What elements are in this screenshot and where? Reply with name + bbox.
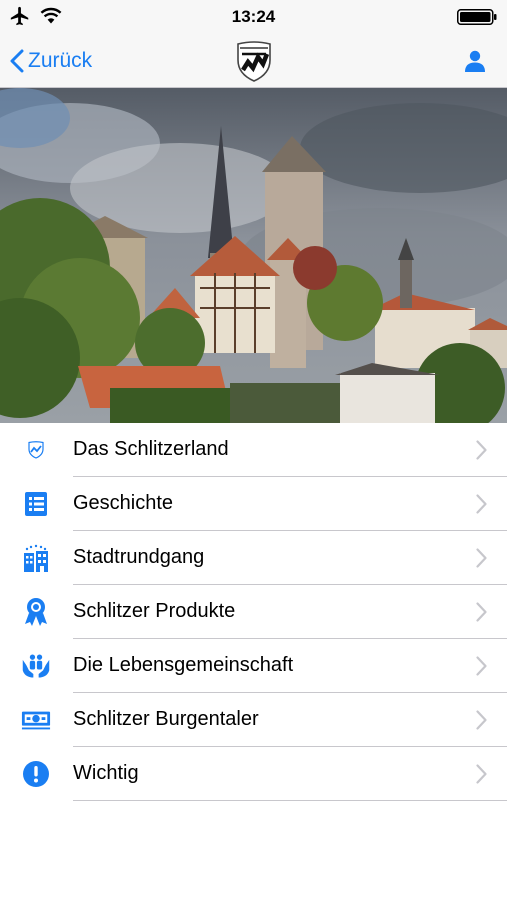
back-button-label: Zurück xyxy=(28,49,92,73)
menu-item-die-lebensgemeinschaft[interactable]: Die Lebensgemeinschaft xyxy=(0,639,507,693)
menu-item-label: Geschichte xyxy=(73,492,173,515)
divider xyxy=(73,800,507,801)
hero-image xyxy=(0,88,507,423)
crest-icon xyxy=(28,441,44,459)
buildings-icon xyxy=(22,543,50,573)
back-button[interactable]: Zurück xyxy=(10,46,92,76)
chevron-right-icon xyxy=(476,602,487,622)
chevron-right-icon xyxy=(476,548,487,568)
banknote-icon xyxy=(21,708,51,732)
chevron-right-icon xyxy=(476,440,487,460)
coat-of-arms-icon xyxy=(234,40,274,84)
status-time: 13:24 xyxy=(0,7,507,27)
menu-item-label: Die Lebensgemeinschaft xyxy=(73,654,293,677)
award-ribbon-icon xyxy=(23,597,49,627)
menu-item-schlitzer-produkte[interactable]: Schlitzer Produkte xyxy=(0,585,507,639)
chevron-left-icon xyxy=(10,49,24,73)
battery-icon xyxy=(457,9,497,25)
castle-town-photo xyxy=(0,88,507,423)
menu-item-wichtig[interactable]: Wichtig xyxy=(0,747,507,801)
navigation-bar: Zurück xyxy=(0,34,507,88)
menu-item-schlitzer-burgentaler[interactable]: Schlitzer Burgentaler xyxy=(0,693,507,747)
menu-list: Das Schlitzerland Geschichte xyxy=(0,423,507,801)
community-hands-icon xyxy=(21,651,51,681)
menu-item-geschichte[interactable]: Geschichte xyxy=(0,477,507,531)
menu-item-stadtrundgang[interactable]: Stadtrundgang xyxy=(0,531,507,585)
menu-item-label: Stadtrundgang xyxy=(73,546,204,569)
chevron-right-icon xyxy=(476,710,487,730)
exclamation-icon xyxy=(22,760,50,788)
menu-item-label: Wichtig xyxy=(73,762,139,785)
chevron-right-icon xyxy=(476,656,487,676)
chevron-right-icon xyxy=(476,494,487,514)
menu-item-label: Schlitzer Produkte xyxy=(73,600,235,623)
menu-item-das-schlitzerland[interactable]: Das Schlitzerland xyxy=(0,423,507,477)
document-list-icon xyxy=(22,490,50,518)
menu-item-label: Schlitzer Burgentaler xyxy=(73,708,259,731)
chevron-right-icon xyxy=(476,764,487,784)
menu-item-label: Das Schlitzerland xyxy=(73,438,229,461)
profile-icon[interactable] xyxy=(463,49,487,73)
status-bar: 13:24 xyxy=(0,0,507,34)
